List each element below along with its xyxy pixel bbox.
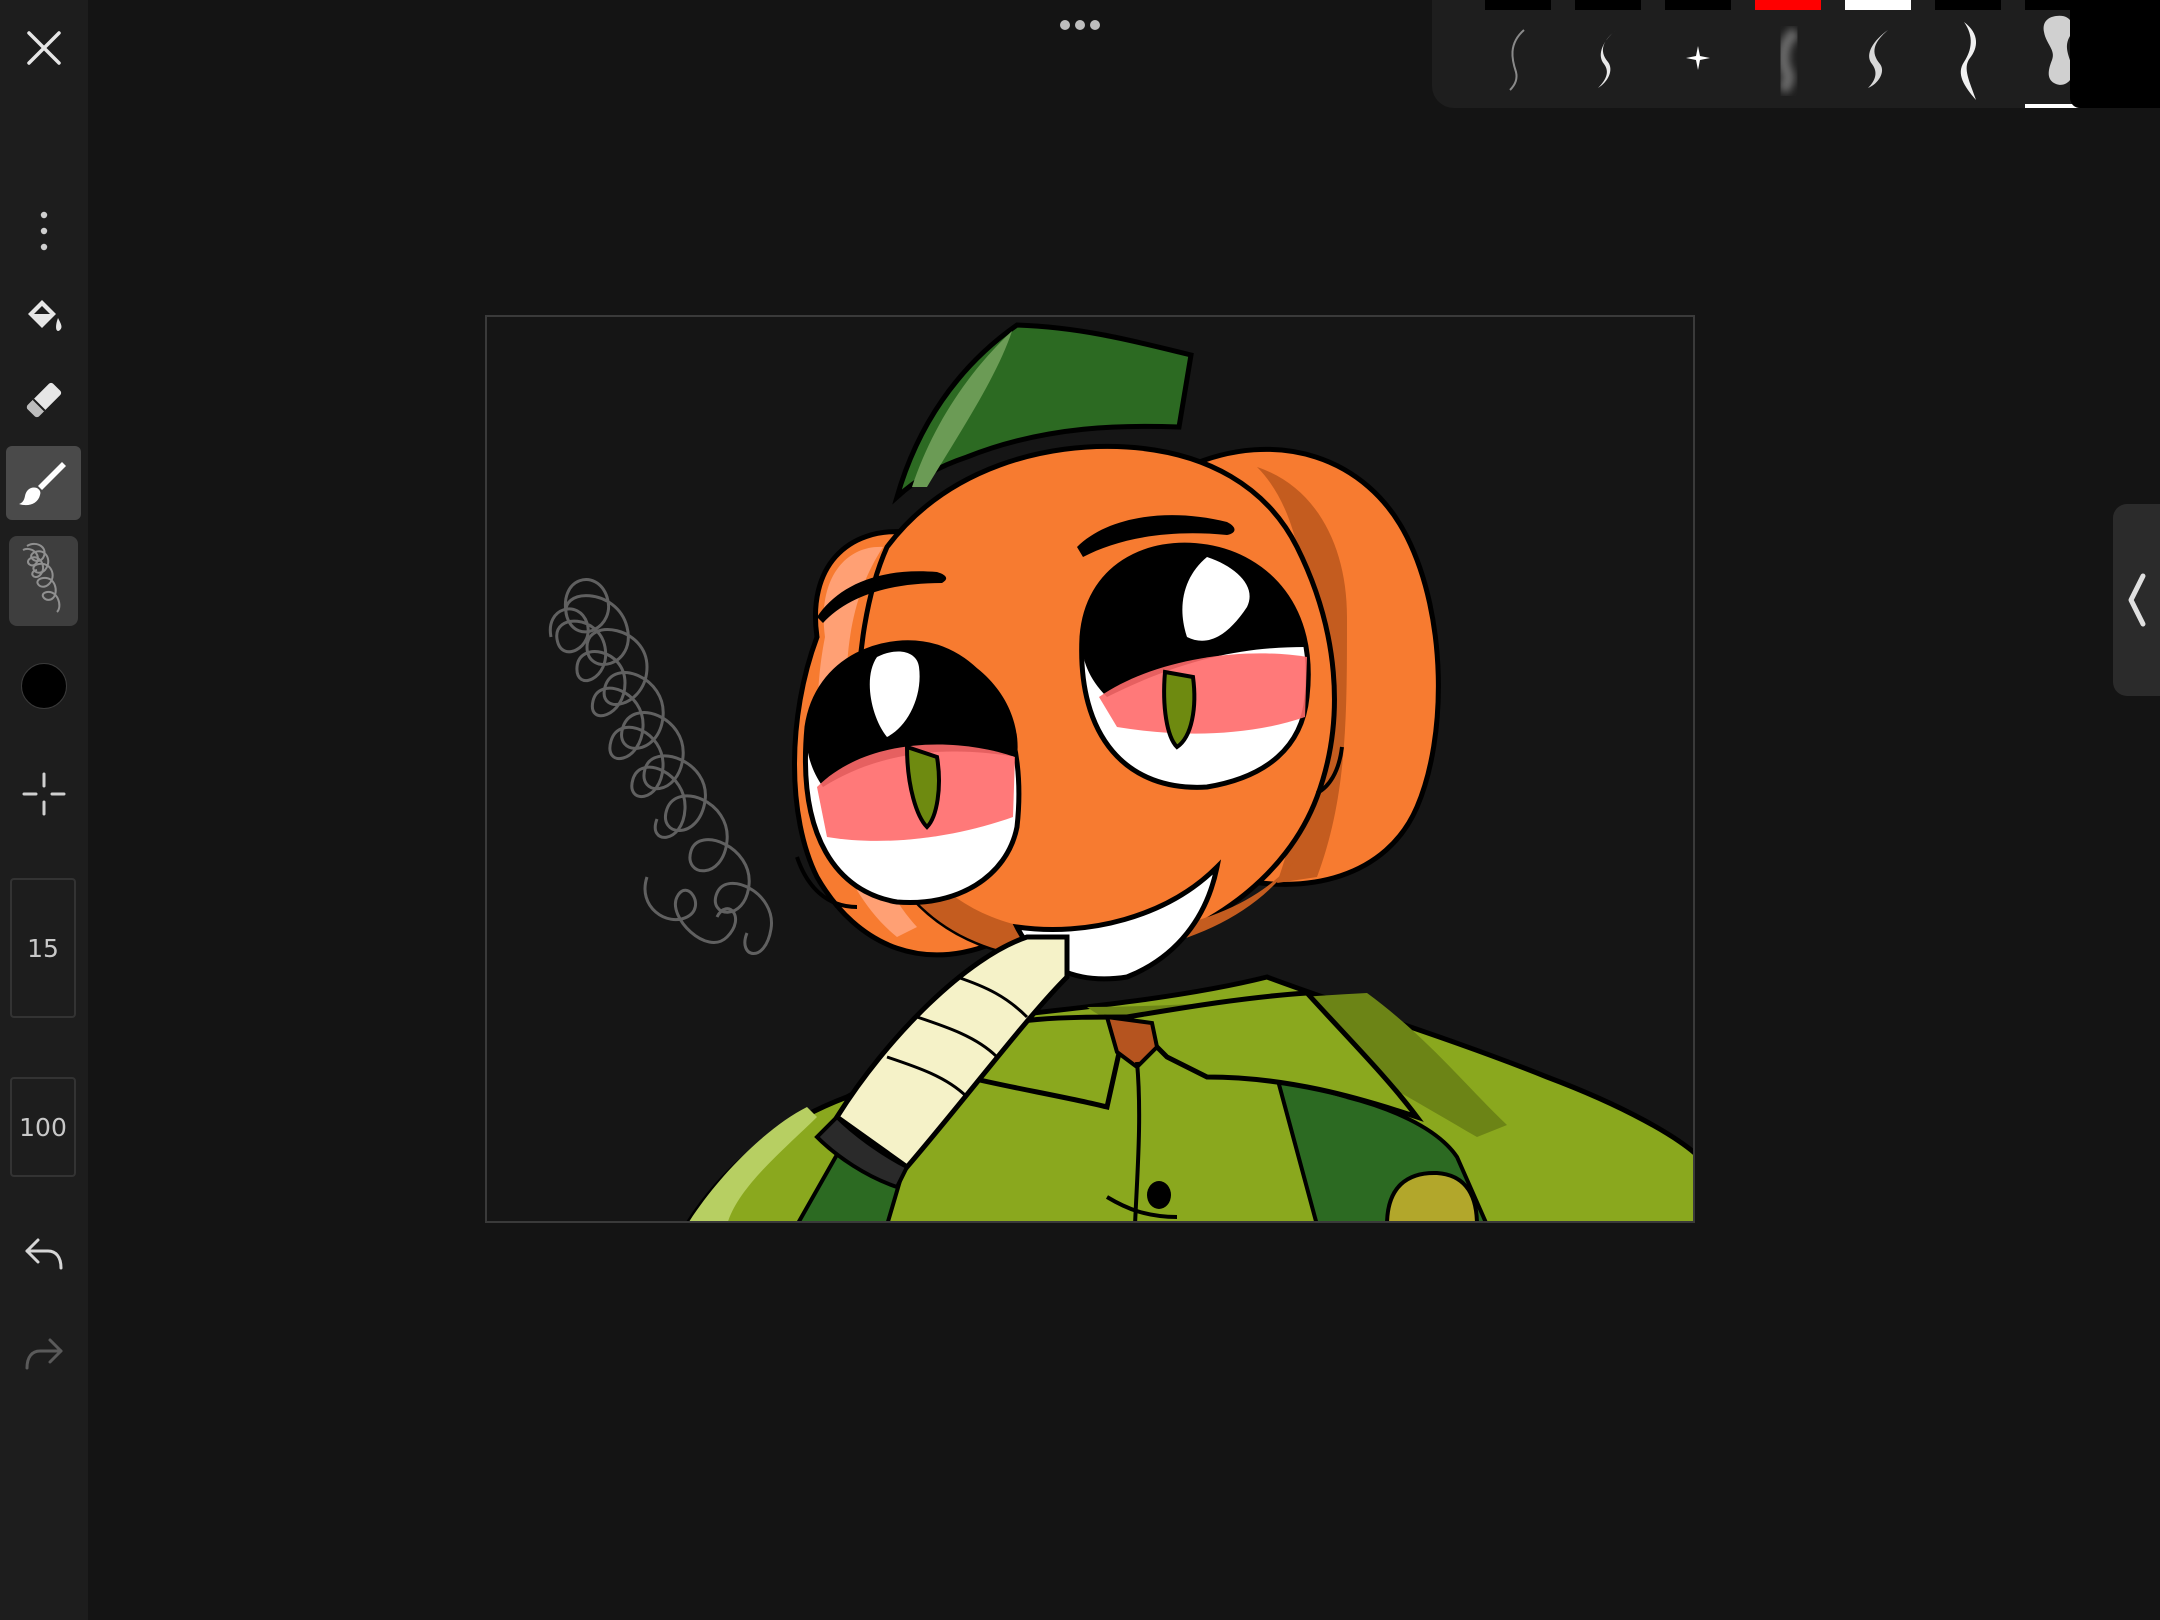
brush-texture-icon <box>22 542 61 613</box>
close-icon <box>27 31 61 65</box>
brush-ink[interactable] <box>1928 0 2008 108</box>
brush-opacity-value: 100 <box>19 1112 67 1142</box>
brush-size-slider[interactable]: 15 <box>10 878 76 1018</box>
pen-stroke-icon <box>1598 30 1616 88</box>
crosshair-icon <box>22 772 66 816</box>
artwork <box>487 317 1693 1221</box>
dot <box>1060 20 1070 30</box>
dot <box>1075 20 1085 30</box>
eraser-tool[interactable] <box>0 374 88 426</box>
drawing-canvas[interactable] <box>485 315 1695 1223</box>
undo-button[interactable] <box>0 1226 88 1282</box>
brush-pen[interactable] <box>1568 0 1648 108</box>
brush-airbrush[interactable] <box>1748 0 1828 108</box>
soft-pen-icon <box>1868 30 1888 88</box>
brush-color-tab <box>1485 0 1551 10</box>
ink-stroke-icon <box>1960 22 1977 100</box>
pencil-stroke-icon <box>1509 29 1525 91</box>
brush-icon <box>19 462 66 506</box>
left-eye <box>803 640 1022 906</box>
sparkle-icon <box>1686 46 1710 70</box>
current-color-button[interactable] <box>21 663 67 709</box>
brush-tool[interactable] <box>6 446 81 520</box>
brush-color-tab <box>1935 0 2001 10</box>
layers-panel-toggle[interactable] <box>2113 504 2160 696</box>
brush-sparkle[interactable] <box>1658 0 1738 108</box>
brush-pencil-thin[interactable] <box>1478 0 1558 108</box>
close-button[interactable] <box>0 22 88 74</box>
brush-soft-pen[interactable] <box>1838 0 1918 108</box>
transform-tool[interactable] <box>0 768 88 820</box>
right-eye <box>1079 542 1311 790</box>
brush-size-value: 15 <box>27 933 59 963</box>
vertical-dots-icon <box>40 211 48 251</box>
more-options-button[interactable] <box>0 205 88 257</box>
airbrush-icon <box>1777 27 1801 95</box>
top-menu-button[interactable] <box>1055 18 1105 32</box>
eraser-icon <box>26 382 62 418</box>
brush-color-tab <box>1665 0 1731 10</box>
paint-app: 15 100 <box>0 0 2160 1620</box>
paint-bucket-icon <box>28 300 62 331</box>
brush-color-tab <box>1575 0 1641 10</box>
chevron-left-icon <box>2128 573 2145 627</box>
brush-opacity-slider[interactable]: 100 <box>10 1077 76 1177</box>
brush-color-swatch[interactable] <box>2070 0 2160 108</box>
left-toolbar: 15 100 <box>0 0 88 1620</box>
brush-color-tab <box>1755 0 1821 10</box>
redo-icon <box>25 1338 63 1370</box>
undo-icon <box>25 1238 63 1270</box>
redo-button[interactable] <box>0 1326 88 1382</box>
brush-strip <box>1432 0 2091 108</box>
brush-preview[interactable] <box>9 536 78 626</box>
brush-color-tab <box>1845 0 1911 10</box>
dot <box>1090 20 1100 30</box>
paint-bucket-tool[interactable] <box>0 290 88 342</box>
